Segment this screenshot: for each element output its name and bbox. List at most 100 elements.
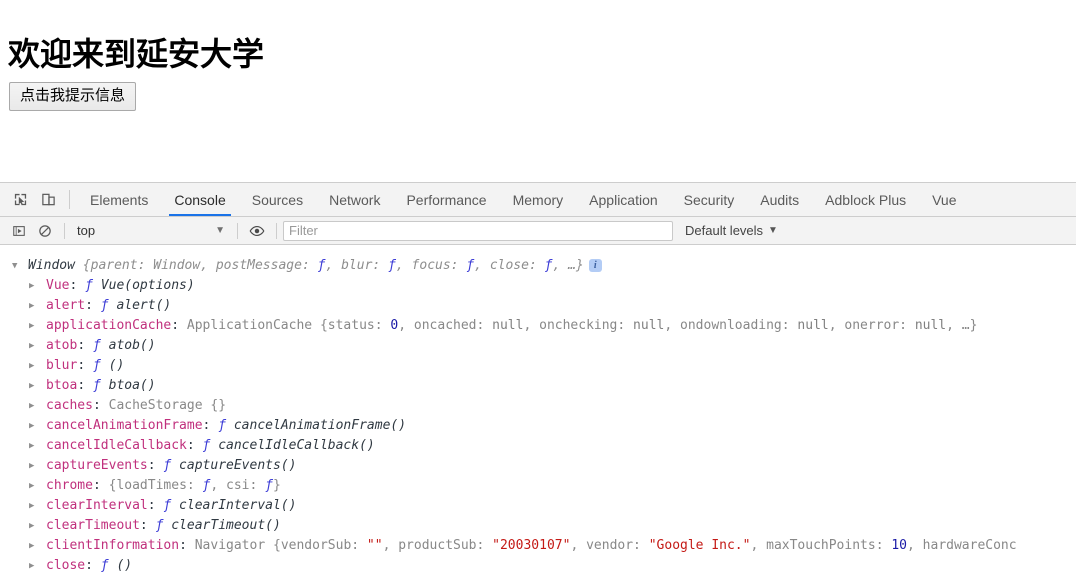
console-log-property-row[interactable]: ▶ cancelAnimationFrame: ƒ cancelAnimation… (0, 416, 1076, 436)
log-token: cancelIdleCallback (46, 438, 187, 453)
log-token: , onchecking: (523, 318, 634, 333)
log-token: "20030107" (492, 538, 571, 553)
disclosure-triangle-open-icon[interactable]: ▼ (12, 256, 22, 276)
disclosure-triangle-closed-icon[interactable]: ▶ (29, 476, 39, 496)
tab-security[interactable]: Security (671, 183, 748, 216)
log-token: btoa (46, 378, 78, 393)
console-log-property-row[interactable]: ▶ cancelIdleCallback: ƒ cancelIdleCallbac… (0, 436, 1076, 456)
disclosure-triangle-closed-icon[interactable]: ▶ (29, 376, 39, 396)
log-token: chrome (46, 478, 93, 493)
tab-sources[interactable]: Sources (239, 183, 316, 216)
log-token: , vendor: (570, 538, 649, 553)
execute-snippet-icon[interactable] (6, 218, 32, 244)
device-toolbar-icon[interactable] (34, 183, 62, 216)
disclosure-triangle-closed-icon[interactable]: ▶ (29, 416, 39, 436)
log-token: applicationCache (46, 318, 172, 333)
tab-console[interactable]: Console (161, 183, 238, 216)
disclosure-triangle-closed-icon[interactable]: ▶ (29, 516, 39, 536)
log-level-selector[interactable]: Default levels ▼ (685, 223, 778, 238)
console-log-property-row[interactable]: ▶ clearTimeout: ƒ clearTimeout() (0, 516, 1076, 536)
log-token: null (797, 318, 829, 333)
console-filter-bar: top ▼ Default levels ▼ (0, 217, 1076, 245)
disclosure-triangle-closed-icon[interactable]: ▶ (29, 436, 39, 456)
log-token: , …} (552, 258, 584, 273)
log-token: clearInterval() (171, 498, 297, 513)
console-output-area[interactable]: ▼ Window {parent: Window, postMessage: ƒ,… (0, 246, 1076, 580)
filterbar-divider-3 (276, 222, 277, 239)
tab-label: Audits (760, 191, 800, 208)
disclosure-triangle-closed-icon[interactable]: ▶ (29, 456, 39, 476)
info-badge-icon[interactable]: i (588, 259, 602, 272)
disclosure-triangle-closed-icon[interactable]: ▶ (29, 556, 39, 576)
console-log-property-row[interactable]: ▶ btoa: ƒ btoa() (0, 376, 1076, 396)
log-token: "" (366, 538, 383, 553)
tab-performance[interactable]: Performance (393, 183, 499, 216)
tab-label: Adblock Plus (825, 191, 907, 208)
log-token: alert (46, 298, 86, 313)
console-log-property-row[interactable]: ▶ atob: ƒ atob() (0, 336, 1076, 356)
console-filter-input[interactable] (283, 220, 673, 241)
tab-network[interactable]: Network (316, 183, 393, 216)
disclosure-triangle-closed-icon[interactable]: ▶ (29, 276, 39, 296)
log-token: , csi: (210, 478, 266, 493)
disclosure-triangle-closed-icon[interactable]: ▶ (29, 396, 39, 416)
disclosure-triangle-closed-icon[interactable]: ▶ (29, 296, 39, 316)
log-token: , ondownloading: (664, 318, 798, 333)
log-token: () (108, 558, 133, 573)
console-log-property-row[interactable]: ▶ Vue: ƒ Vue(options) (0, 276, 1076, 296)
log-token: : (147, 498, 164, 513)
log-token: ƒ (265, 478, 273, 493)
log-token: {vendorSub: (273, 538, 367, 553)
log-token: Navigator (194, 538, 273, 553)
log-token: ƒ (466, 258, 475, 273)
disclosure-triangle-closed-icon[interactable]: ▶ (29, 536, 39, 556)
log-token: clearInterval (46, 498, 148, 513)
console-log-property-row[interactable]: ▶ close: ƒ () (0, 556, 1076, 576)
tab-label: Elements (90, 191, 149, 208)
console-log-property-row[interactable]: ▶ blur: ƒ () (0, 356, 1076, 376)
console-log-property-row[interactable]: ▶ clearInterval: ƒ clearInterval() (0, 496, 1076, 516)
tab-memory[interactable]: Memory (500, 183, 577, 216)
tab-application[interactable]: Application (576, 183, 671, 216)
log-token: ƒ (388, 258, 396, 273)
log-token: ƒ (92, 358, 101, 373)
toolbar-divider (69, 190, 70, 209)
disclosure-triangle-closed-icon[interactable]: ▶ (29, 336, 39, 356)
alert-trigger-button[interactable]: 点击我提示信息 (9, 82, 137, 111)
tab-adblock-plus[interactable]: Adblock Plus (812, 183, 919, 216)
log-token: null (633, 318, 665, 333)
log-token: captureEvents (46, 458, 148, 473)
disclosure-triangle-closed-icon[interactable]: ▶ (29, 356, 39, 376)
log-token: null (914, 318, 947, 333)
log-token: , productSub: (382, 538, 493, 553)
log-token: : (77, 338, 93, 353)
console-log-property-row[interactable]: ▶ alert: ƒ alert() (0, 296, 1076, 316)
console-log-property-row[interactable]: ▶ captureEvents: ƒ captureEvents() (0, 456, 1076, 476)
log-token: : (85, 558, 101, 573)
log-token: ƒ (85, 278, 93, 293)
tab-audits[interactable]: Audits (747, 183, 812, 216)
execution-context-selector[interactable]: top ▼ (71, 221, 231, 241)
log-token: Window (28, 258, 83, 273)
tab-label: Security (683, 191, 735, 208)
console-log-property-row[interactable]: ▶ applicationCache: ApplicationCache {sta… (0, 316, 1076, 336)
console-log-property-row[interactable]: ▶ clientInformation: Navigator {vendorSub… (0, 536, 1076, 556)
log-token: : (179, 538, 195, 553)
log-token: ƒ (92, 378, 101, 393)
log-token: {loadTimes: (108, 478, 203, 493)
live-expression-icon[interactable] (244, 218, 270, 244)
tab-elements[interactable]: Elements (77, 183, 161, 216)
disclosure-triangle-closed-icon[interactable]: ▶ (29, 496, 39, 516)
console-log-property-row[interactable]: ▶ caches: CacheStorage {} (0, 396, 1076, 416)
inspect-element-icon[interactable] (6, 183, 34, 216)
tab-vue[interactable]: Vue (919, 183, 969, 216)
console-log-root-row[interactable]: ▼ Window {parent: Window, postMessage: ƒ,… (0, 256, 1076, 276)
disclosure-triangle-closed-icon[interactable]: ▶ (29, 316, 39, 336)
console-log-property-row[interactable]: ▶ chrome: {loadTimes: ƒ, csi: ƒ} (0, 476, 1076, 496)
devtools-panel: Elements Console Sources Network Performance… (0, 182, 1076, 580)
log-token: cancelAnimationFrame (46, 418, 203, 433)
log-token: : (77, 358, 93, 373)
log-token: clearTimeout() (163, 518, 281, 533)
clear-console-icon[interactable] (32, 218, 58, 244)
log-token: null (492, 318, 524, 333)
